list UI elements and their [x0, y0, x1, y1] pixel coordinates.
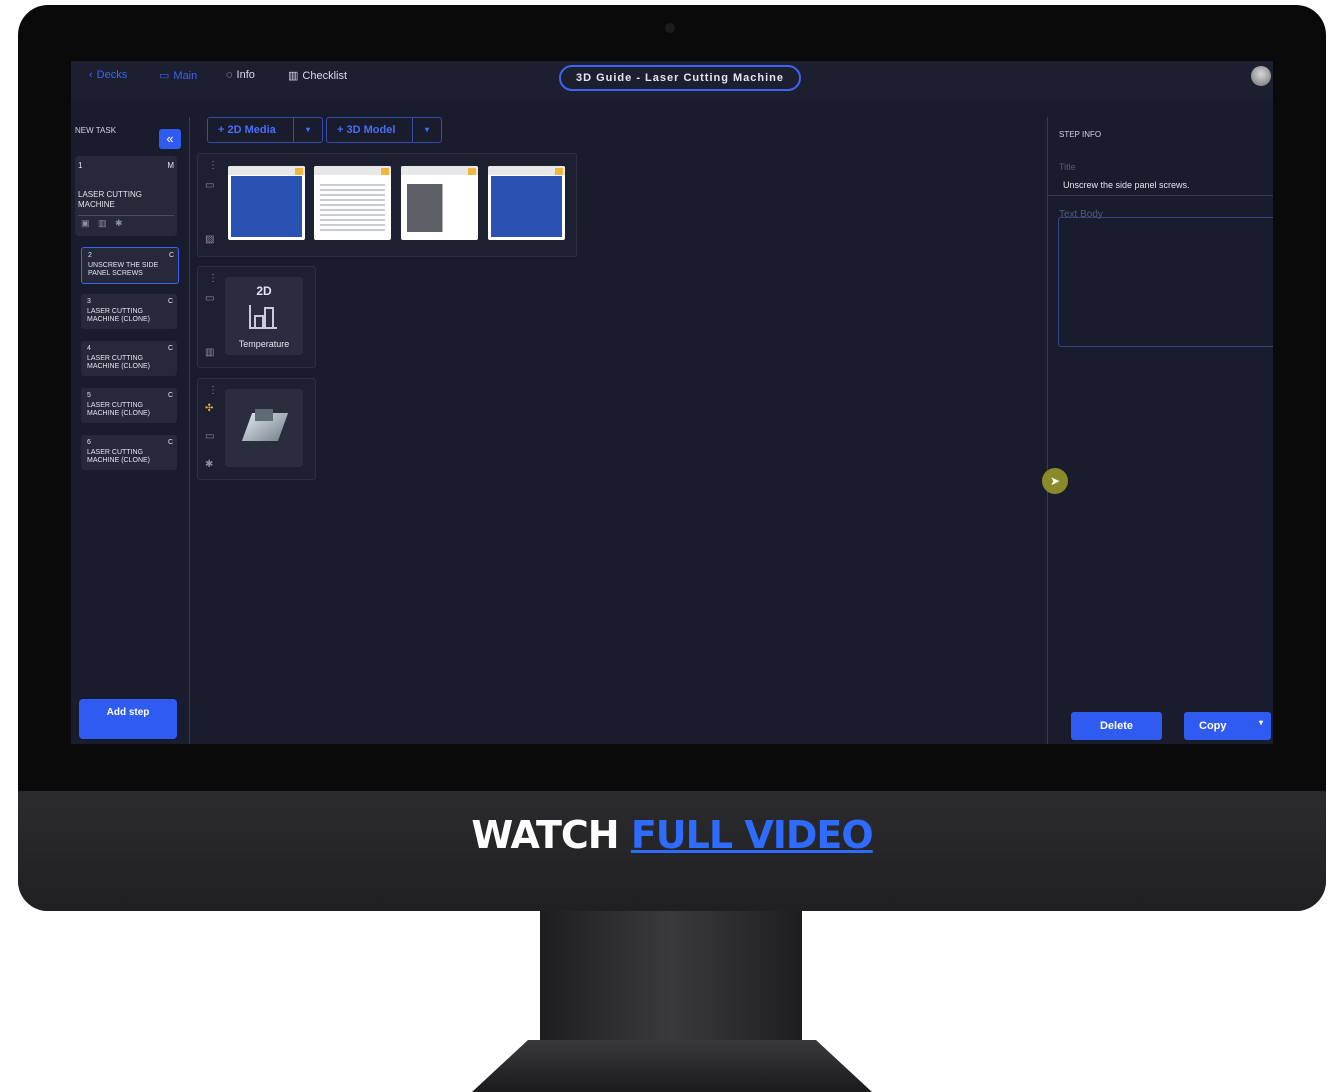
app-screen: ‹ Decks ▭ Main ◌ Info ▥ Checklist 3D Gui… — [71, 61, 1273, 744]
add-3d-model-button[interactable]: + 3D Model ▾ — [326, 117, 442, 143]
chevron-down-icon[interactable]: ▾ — [412, 118, 441, 142]
step-info-heading: STEP INFO — [1059, 130, 1102, 139]
presentation-icon: ▭ — [205, 180, 215, 191]
top-bar: ‹ Decks ▭ Main ◌ Info ▥ Checklist 3D Gui… — [71, 61, 1273, 101]
full-video-link[interactable]: FULL VIDEO — [631, 813, 874, 857]
add-step-button[interactable]: Add step — [79, 699, 177, 739]
bar-chart-icon: ▥ — [205, 347, 215, 358]
nav-decks[interactable]: ‹ Decks — [89, 69, 127, 81]
chevron-down-icon[interactable]: ▾ — [1259, 718, 1263, 727]
step-label: LASER CUTTING MACHINE (CLONE) — [87, 402, 151, 417]
divider — [78, 215, 174, 216]
presentation-icon: ▭ — [205, 431, 215, 442]
laptop-icon: ▭ — [159, 70, 170, 82]
camera-dot — [665, 23, 675, 33]
media-row-chart: ⋮ ▭ ▥ 2D Temperature — [197, 266, 316, 368]
monitor-base — [472, 1040, 872, 1092]
monitor-frame: ‹ Decks ▭ Main ◌ Info ▥ Checklist 3D Gui… — [18, 5, 1326, 911]
move-arrows-icon[interactable]: ✣ — [205, 403, 213, 414]
chevron-down-icon[interactable]: ▾ — [293, 118, 322, 142]
nav-info[interactable]: ◌ Info — [226, 69, 255, 81]
kebab-menu-icon[interactable]: ⋮ — [208, 274, 218, 284]
gear-icon: ✱ — [205, 459, 214, 470]
mouse-cursor-icon: ➤ — [1042, 468, 1068, 494]
step-label: LASER CUTTING MACHINE (CLONE) — [87, 308, 151, 323]
step-item[interactable]: 3 C LASER CUTTING MACHINE (CLONE) — [81, 294, 177, 329]
document-thumbnail[interactable] — [314, 166, 391, 240]
document-thumbnail[interactable] — [228, 166, 305, 240]
title-field[interactable]: Unscrew the side panel screws. — [1063, 180, 1190, 190]
divider — [1048, 195, 1273, 196]
nav-main[interactable]: ▭ Main — [159, 69, 197, 83]
copy-button[interactable]: Copy ▾ — [1184, 712, 1271, 740]
chart-card[interactable]: 2D Temperature — [225, 277, 303, 355]
bar-chart-icon: ▥ — [288, 70, 299, 82]
step-label: LASER CUTTING MACHINE (CLONE) — [87, 355, 151, 370]
step-label: LASER CUTTING MACHINE (CLONE) — [87, 449, 151, 464]
bar-chart-icon — [249, 305, 277, 329]
add-2d-media-button[interactable]: + 2D Media ▾ — [207, 117, 323, 143]
deck-title[interactable]: 3D Guide - Laser Cutting Machine — [559, 65, 801, 91]
step-item[interactable]: 4 C LASER CUTTING MACHINE (CLONE) — [81, 341, 177, 376]
3d-model-card[interactable] — [225, 389, 303, 467]
nav-checklist[interactable]: ▥ Checklist — [288, 69, 347, 83]
chart-card-title: 2D — [256, 284, 272, 298]
chevron-left-icon: ‹ — [89, 69, 93, 81]
delete-button[interactable]: Delete — [1071, 712, 1162, 740]
media-row-documents: ⋮ ▭ ▨ — [197, 153, 577, 257]
watch-video-caption: WATCH FULL VIDEO — [471, 813, 874, 857]
presentation-icon: ▭ — [205, 293, 215, 304]
kebab-menu-icon[interactable]: ⋮ — [208, 161, 218, 171]
step-item[interactable]: 1 M LASER CUTTING MACHINE ▣ ▥ ✱ — [75, 156, 177, 236]
new-task-label: NEW TASK — [75, 126, 117, 135]
step-type-icons: ▣ ▥ ✱ — [81, 218, 126, 228]
step-info-panel: STEP INFO Title Unscrew the side panel s… — [1042, 117, 1273, 744]
step-label: UNSCREW THE SIDE PANEL SCREWS — [88, 262, 159, 277]
step-item[interactable]: 2 C UNSCREW THE SIDE PANEL SCREWS — [81, 247, 179, 284]
media-row-3d-model: ⋮ ✣ ▭ ✱ — [197, 378, 316, 480]
chart-card-label: Temperature — [238, 339, 290, 349]
kebab-menu-icon[interactable]: ⋮ — [208, 386, 218, 396]
collapse-panel-button[interactable]: « — [159, 129, 181, 149]
title-label: Title — [1059, 162, 1076, 172]
document-thumbnail[interactable] — [401, 166, 478, 240]
document-thumbnail[interactable] — [488, 166, 565, 240]
avatar[interactable] — [1251, 66, 1271, 86]
monitor-stand — [540, 911, 802, 1041]
image-icon: ▨ — [205, 234, 215, 245]
step-item[interactable]: 6 C LASER CUTTING MACHINE (CLONE) — [81, 435, 177, 470]
steps-panel: NEW TASK « 1 M LASER CUTTING MACHINE ▣ ▥… — [71, 117, 190, 744]
text-body-field[interactable] — [1058, 217, 1273, 347]
step-item[interactable]: 5 C LASER CUTTING MACHINE (CLONE) — [81, 388, 177, 423]
step-label: LASER CUTTING MACHINE — [78, 190, 143, 209]
chat-bubble-icon: ◌ — [226, 69, 233, 81]
